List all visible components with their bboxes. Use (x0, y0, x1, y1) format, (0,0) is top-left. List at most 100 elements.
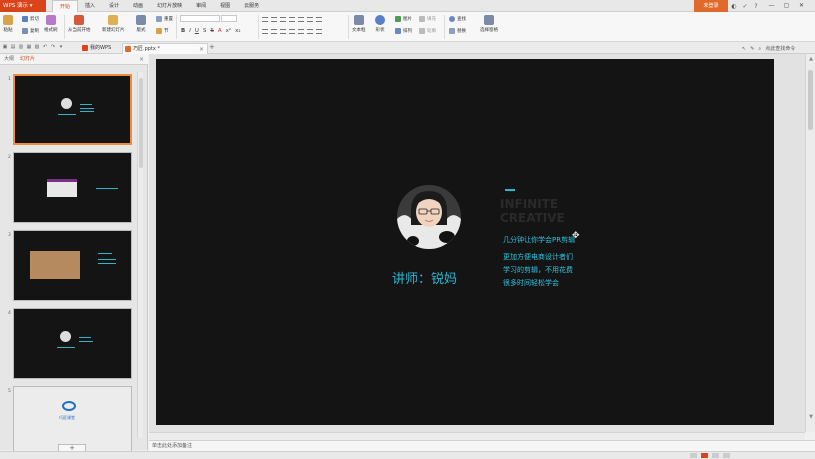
description-line[interactable]: 很多时间轻松学会 (503, 278, 559, 288)
font-size-select[interactable] (221, 15, 237, 22)
superscript-icon[interactable]: x² (226, 28, 231, 34)
format-painter-button[interactable]: 格式刷 (44, 15, 58, 33)
panel-close-icon[interactable]: × (139, 54, 144, 65)
text-direction-icon[interactable] (316, 17, 322, 22)
tab-my-wps[interactable]: 我的WPS (80, 43, 120, 54)
bullets-icon[interactable] (262, 17, 268, 22)
preview-icon[interactable]: ▦ (26, 44, 32, 51)
numbering-icon[interactable] (271, 17, 277, 22)
scroll-thumb[interactable] (139, 78, 143, 168)
tab-document[interactable]: 巧匠.pptx * × (122, 43, 208, 54)
italic-icon[interactable]: I (189, 28, 191, 34)
tab-cloud[interactable]: 云服务 (237, 0, 266, 12)
tab-outline[interactable]: 大纲 (4, 54, 14, 65)
panel-scrollbar[interactable] (137, 72, 143, 438)
slide-thumbnail-4[interactable] (13, 308, 132, 379)
slide-thumbnail-2[interactable] (13, 152, 132, 223)
align-right-icon[interactable] (280, 29, 286, 34)
close-icon[interactable]: ✕ (794, 0, 809, 12)
edit-icon[interactable]: ✎ (750, 46, 754, 52)
undo-icon[interactable]: ↶ (42, 44, 48, 51)
section-button[interactable]: 节 (156, 28, 169, 34)
font-name-select[interactable] (180, 15, 220, 22)
main-horizontal-scrollbar[interactable] (149, 432, 805, 440)
tab-view[interactable]: 视图 (213, 0, 237, 12)
tab-home[interactable]: 开始 (52, 0, 79, 12)
slide-thumbnail-3[interactable] (13, 230, 132, 301)
lecturer-name[interactable]: 讲师：锐妈 (392, 268, 457, 287)
from-current-button[interactable]: 从当前开始 (68, 15, 91, 33)
redo-icon[interactable]: ↷ (50, 44, 56, 51)
lecturer-portrait[interactable] (397, 185, 461, 249)
tab-insert[interactable]: 插入 (78, 0, 102, 12)
smartart-icon[interactable] (316, 29, 322, 34)
scroll-down-icon[interactable]: ▼ (807, 414, 815, 420)
settings-icon[interactable]: ✓ (741, 3, 749, 10)
export-icon[interactable]: ▧ (34, 44, 40, 51)
cut-button[interactable]: 剪切 (22, 16, 39, 22)
underline-icon[interactable]: U (195, 28, 199, 34)
more-icon[interactable]: ▾ (58, 44, 64, 51)
reset-button[interactable]: 重置 (156, 16, 173, 22)
command-search[interactable]: 点此查找命令 (765, 45, 795, 52)
tab-animation[interactable]: 动画 (126, 0, 150, 12)
picture-button[interactable]: 图片 (395, 16, 412, 22)
normal-view-icon[interactable] (690, 453, 697, 458)
justify-icon[interactable] (289, 29, 295, 34)
tab-design[interactable]: 设计 (102, 0, 126, 12)
text-align-icon[interactable] (307, 29, 313, 34)
maximize-icon[interactable]: ▢ (779, 0, 794, 12)
paste-button[interactable]: 粘贴 (3, 15, 13, 33)
distributed-icon[interactable] (298, 29, 304, 34)
print-icon[interactable]: ▥ (18, 44, 24, 51)
align-left-icon[interactable] (262, 29, 268, 34)
layout-button[interactable]: 版式 (136, 15, 146, 33)
copy-button[interactable]: 复制 (22, 28, 39, 34)
scroll-up-icon[interactable]: ▲ (807, 56, 815, 62)
slideshow-icon[interactable] (723, 453, 730, 458)
help-icon[interactable]: ? (752, 3, 760, 10)
new-tab-icon[interactable]: + (209, 43, 215, 51)
login-button[interactable]: 未登录 (694, 0, 728, 12)
main-vertical-scrollbar[interactable]: ▲ ▼ (805, 54, 815, 432)
app-menu-button[interactable]: WPS 演示 ▾ (0, 0, 46, 12)
slide-subtitle[interactable]: 几分钟让你学会PR剪辑 (503, 235, 575, 245)
tab-slides[interactable]: 幻灯片 (20, 54, 35, 65)
save-icon[interactable]: ▤ (10, 44, 16, 51)
tab-slideshow[interactable]: 幻灯片放映 (150, 0, 189, 12)
description-line[interactable]: 学习的剪辑，不用花费 (503, 265, 573, 275)
columns-icon[interactable] (307, 17, 313, 22)
search-icon[interactable]: ⌕ (758, 46, 761, 52)
tab-my-wps-label: 我的WPS (90, 45, 112, 51)
open-icon[interactable]: ▣ (2, 44, 8, 51)
notes-pane[interactable]: 单击此处添加备注 (149, 440, 815, 451)
outdent-icon[interactable] (289, 17, 295, 22)
find-button[interactable]: 查找 (449, 16, 466, 22)
arrange-button[interactable]: 排列 (395, 28, 412, 34)
fill-button[interactable]: 填充 (419, 16, 436, 22)
slide-thumbnail-1[interactable] (13, 74, 132, 145)
subscript-icon[interactable]: x₂ (235, 28, 240, 34)
line-spacing-icon[interactable] (298, 17, 304, 22)
description-line[interactable]: 更加方便电商设计者们 (503, 252, 573, 262)
new-slide-button[interactable]: 新建幻灯片 (102, 15, 125, 33)
cursor-icon[interactable]: ↖ (742, 46, 746, 52)
replace-button[interactable]: 替换 (449, 28, 466, 34)
tab-review[interactable]: 审阅 (189, 0, 213, 12)
current-slide[interactable]: 讲师：锐妈 INFINITE CREATIVE 几分钟让你学会PR剪辑 更加方便… (156, 59, 774, 425)
shape-button[interactable]: 形状 (375, 15, 385, 33)
shadow-icon[interactable]: S (203, 28, 207, 34)
reading-view-icon[interactable] (712, 453, 719, 458)
minimize-icon[interactable]: — (764, 0, 779, 12)
align-center-icon[interactable] (271, 29, 277, 34)
strikethrough-icon[interactable]: S (210, 28, 214, 34)
skin-icon[interactable]: ◐ (730, 3, 738, 10)
slide-sorter-icon[interactable] (701, 453, 708, 458)
select-pane-button[interactable]: 选择窗格 (480, 15, 498, 33)
scroll-thumb[interactable] (808, 70, 813, 130)
outline-button[interactable]: 轮廓 (419, 28, 436, 34)
bold-icon[interactable]: B (181, 28, 185, 34)
indent-icon[interactable] (280, 17, 286, 22)
textbox-button[interactable]: 文本框 (352, 15, 366, 33)
font-color-icon[interactable]: A (218, 28, 222, 34)
